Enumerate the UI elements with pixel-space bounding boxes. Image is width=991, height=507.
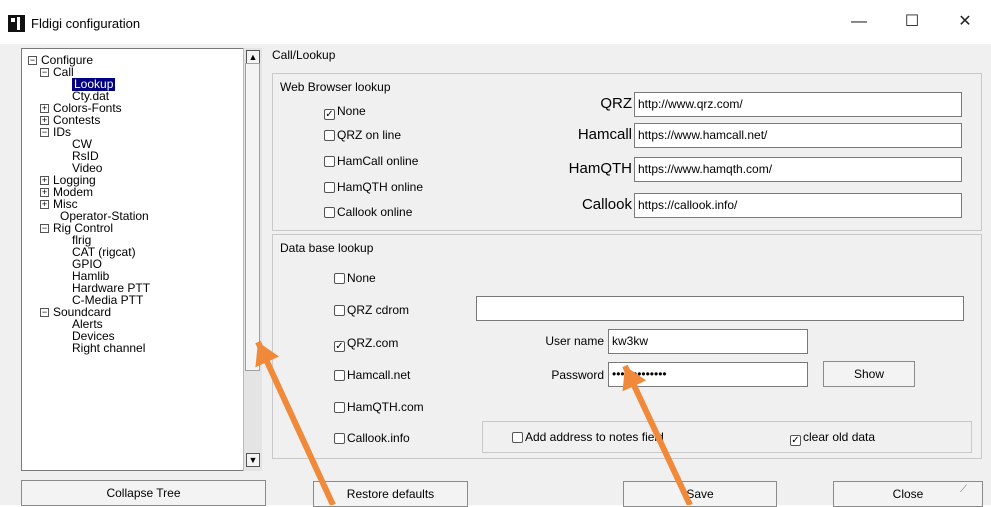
arrow-to-password-shaft xyxy=(622,364,693,505)
annotation-arrows xyxy=(255,340,693,505)
arrow-to-tree-scrollbar-shaft xyxy=(255,340,336,505)
